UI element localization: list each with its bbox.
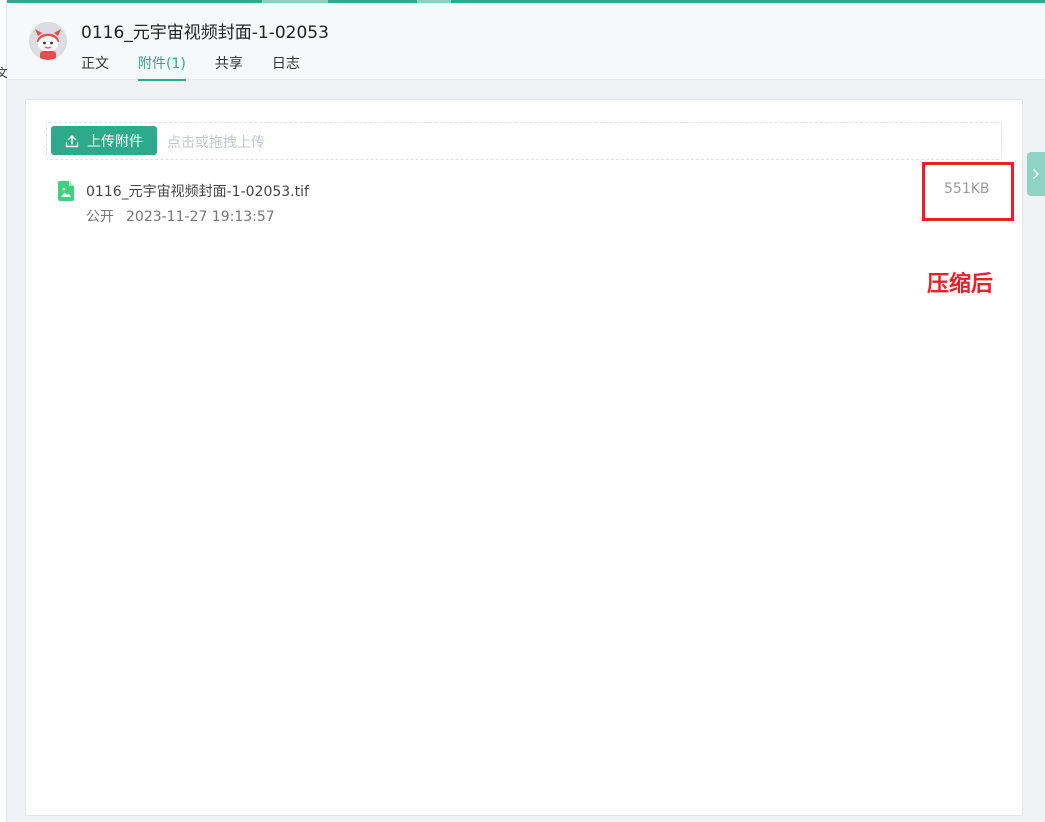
tab-attachments[interactable]: 附件(1) <box>138 53 186 81</box>
tab-share[interactable]: 共享 <box>215 53 243 81</box>
chevron-right-icon <box>1033 169 1039 179</box>
attachments-panel: 上传附件 点击或拖拽上传 0116_元宇宙视频封面-1-02053.tif 公开… <box>25 99 1023 816</box>
annotation-label: 压缩后 <box>927 272 994 297</box>
screen: 文 0116_元宇宙视频封面-1-02053 正文 附件(1) 共享 日志 上传… <box>0 0 1045 822</box>
drawer-collapse-handle[interactable] <box>1027 152 1045 196</box>
tab-body[interactable]: 正文 <box>81 53 109 81</box>
attachment-visibility: 公开 <box>86 209 114 225</box>
background-page-edge: 文 <box>0 0 8 822</box>
attachment-file-name[interactable]: 0116_元宇宙视频封面-1-02053.tif <box>86 181 309 201</box>
upload-button-label: 上传附件 <box>87 133 143 150</box>
attachment-file-size: 551KB <box>944 181 990 197</box>
upload-dropzone[interactable]: 上传附件 点击或拖拽上传 <box>46 122 1002 160</box>
tab-bar: 正文 附件(1) 共享 日志 <box>81 53 329 81</box>
attachment-meta: 公开 2023-11-27 19:13:57 <box>86 206 275 226</box>
drawer-header: 0116_元宇宙视频封面-1-02053 正文 附件(1) 共享 日志 <box>7 3 1045 81</box>
attachment-timestamp: 2023-11-27 19:13:57 <box>126 209 275 225</box>
page-title: 0116_元宇宙视频封面-1-02053 <box>81 23 329 43</box>
avatar[interactable] <box>29 22 67 60</box>
image-file-icon <box>58 181 74 201</box>
upload-hint: 点击或拖拽上传 <box>167 135 265 151</box>
attachment-drawer: 0116_元宇宙视频封面-1-02053 正文 附件(1) 共享 日志 上传附件… <box>7 0 1045 822</box>
avatar-cartoon-icon <box>29 22 67 60</box>
upload-attachment-button[interactable]: 上传附件 <box>51 126 157 155</box>
tab-log[interactable]: 日志 <box>272 53 300 81</box>
attachment-item[interactable]: 0116_元宇宙视频封面-1-02053.tif 公开 2023-11-27 19… <box>56 178 1006 228</box>
upload-icon <box>65 134 79 147</box>
